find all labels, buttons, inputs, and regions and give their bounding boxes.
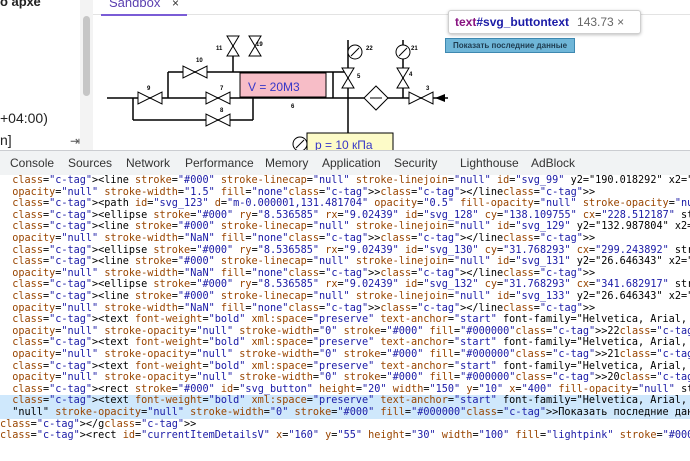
- code-line[interactable]: class="c-tag"></gclass="c-tag">>: [0, 419, 690, 431]
- valve-number: 4: [409, 72, 413, 78]
- left-title: о архе: [0, 0, 41, 9]
- devtools-tabbar: Console Sources Network Performance Memo…: [0, 150, 690, 176]
- code-line[interactable]: class="c-tag"><rect stroke="#000" id="sv…: [0, 384, 690, 396]
- timezone-text: +04:00): [0, 110, 48, 126]
- code-line[interactable]: opacity="null" stroke-opacity="null" str…: [0, 349, 690, 361]
- tab-performance[interactable]: Performance: [185, 151, 254, 175]
- tab-sources[interactable]: Sources: [68, 151, 112, 175]
- code-line[interactable]: class="c-tag"><line stroke="#000" stroke…: [0, 256, 690, 268]
- valve-number: 10: [196, 58, 203, 64]
- valve-number: 3: [426, 86, 430, 92]
- tooltip-tag: text: [455, 15, 477, 29]
- tab-console[interactable]: Console: [10, 151, 54, 175]
- code-line[interactable]: opacity="null" stroke-width="NaN" fill="…: [0, 268, 690, 280]
- valve-number: 8: [220, 108, 224, 114]
- code-line[interactable]: class="c-tag"><text font-weight="bold" x…: [0, 361, 690, 373]
- code-line[interactable]: opacity="null" stroke-width="1.5" fill="…: [0, 187, 690, 199]
- pressure-label: р = 10 кПа: [315, 138, 373, 150]
- code-line[interactable]: class="c-tag"><ellipse stroke="#000" ry=…: [0, 279, 690, 291]
- code-line[interactable]: opacity="null" stroke-opacity="null" str…: [0, 372, 690, 384]
- code-line[interactable]: class="c-tag"><line stroke="#000" stroke…: [0, 291, 690, 303]
- show-latest-data-button[interactable]: Показать последние данные: [445, 38, 575, 53]
- left-panel: о архе +04:00) n] ⇥: [0, 0, 93, 150]
- left-scrollbar-thumb[interactable]: [83, 16, 90, 96]
- valve-number: 21: [411, 46, 418, 52]
- code-line[interactable]: opacity="null" stroke-opacity="null" str…: [0, 326, 690, 338]
- valve-number: 22: [366, 46, 373, 52]
- tab-application[interactable]: Application: [322, 151, 381, 175]
- code-line[interactable]: opacity="null" stroke-width="NaN" fill="…: [0, 303, 690, 315]
- inspect-tooltip: text#svg_buttontext143.73 × 11.5: [448, 10, 641, 51]
- exit-icon[interactable]: ⇥: [70, 134, 80, 148]
- valve-number: 5: [357, 74, 361, 80]
- valve-number: 9: [147, 86, 151, 92]
- tab-memory[interactable]: Memory: [265, 151, 308, 175]
- tab-security[interactable]: Security: [394, 151, 437, 175]
- bracket-text: n]: [0, 132, 12, 148]
- volume-label: V = 20М3: [248, 80, 300, 94]
- elements-panel: class="c-tag"><line stroke="#000" stroke…: [0, 175, 690, 461]
- code-line[interactable]: class="c-tag"><text font-weight="bold" x…: [0, 314, 690, 326]
- code-line[interactable]: class="c-tag"><ellipse stroke="#000" ry=…: [0, 210, 690, 222]
- tab-network[interactable]: Network: [126, 151, 170, 175]
- code-line[interactable]: class="c-tag"><rect id="currentItemDetai…: [0, 430, 690, 442]
- valve-number: 6: [291, 104, 295, 110]
- valve-number: 7: [220, 86, 224, 92]
- tooltip-id: #svg_buttontext: [476, 15, 570, 29]
- code-line[interactable]: class="c-tag"><ellipse stroke="#000" ry=…: [0, 245, 690, 257]
- valve-number: 19: [256, 42, 263, 48]
- code-line[interactable]: class="c-tag"><text font-weight="bold" x…: [0, 337, 690, 349]
- code-line[interactable]: class="c-tag"><line stroke="#000" stroke…: [0, 221, 690, 233]
- valve-number: 11: [216, 46, 223, 52]
- code-line[interactable]: class="c-tag"><path id="svg_123" d="m-0.…: [0, 198, 690, 210]
- code-line[interactable]: class="c-tag"><text font-weight="bold" x…: [0, 395, 690, 407]
- code-line[interactable]: opacity="null" stroke-width="NaN" fill="…: [0, 233, 690, 245]
- tab-adblock[interactable]: AdBlock: [531, 151, 575, 175]
- code-line[interactable]: "null" stroke-opacity="null" stroke-widt…: [0, 407, 690, 419]
- tab-lighthouse[interactable]: Lighthouse: [460, 151, 519, 175]
- code-line[interactable]: class="c-tag"><line stroke="#000" stroke…: [0, 175, 690, 187]
